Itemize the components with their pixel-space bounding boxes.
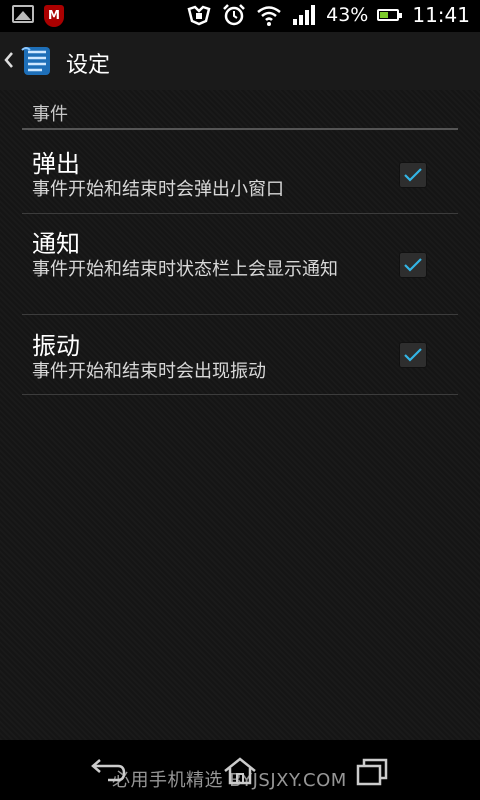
- signal-icon: [293, 5, 316, 25]
- pref-summary: 事件开始和结束时状态栏上会显示通知: [32, 259, 338, 280]
- action-bar: 设定: [0, 32, 480, 90]
- check-icon: [404, 348, 422, 362]
- usb-icon: [187, 5, 211, 26]
- pref-summary: 事件开始和结束时会出现振动: [32, 361, 266, 382]
- navigation-bar: 必用手机精选 BYJSJXY.COM: [0, 740, 480, 800]
- alarm-icon: [223, 4, 246, 26]
- settings-list: 事件 弹出 事件开始和结束时会弹出小窗口 通知 事件开始和结束时状态栏上会显示通…: [0, 90, 480, 740]
- section-divider: [22, 128, 458, 130]
- wifi-icon: [257, 6, 281, 26]
- check-icon: [404, 168, 422, 182]
- pref-title: 通知: [32, 230, 80, 258]
- divider: [22, 394, 458, 395]
- app-scroll-icon[interactable]: [20, 44, 54, 78]
- back-chevron-icon[interactable]: [4, 50, 14, 70]
- recent-apps-button-icon[interactable]: [354, 756, 394, 786]
- page-title: 设定: [66, 53, 111, 78]
- status-bar: M 43% 11:41: [0, 0, 480, 32]
- checkbox-vibrate[interactable]: [399, 342, 427, 368]
- checkbox-popup[interactable]: [399, 162, 427, 188]
- divider: [22, 213, 458, 214]
- check-icon: [404, 258, 422, 272]
- image-icon: [12, 5, 34, 23]
- pref-summary: 事件开始和结束时会弹出小窗口: [32, 179, 284, 200]
- pref-title: 振动: [32, 332, 80, 360]
- checkbox-notification[interactable]: [399, 252, 427, 278]
- mcafee-icon: M: [44, 5, 64, 27]
- section-header: 事件: [32, 104, 68, 125]
- watermark-text: 必用手机精选 BYJSJXY.COM: [112, 770, 347, 791]
- divider: [22, 314, 458, 315]
- pref-row-vibrate[interactable]: 振动 事件开始和结束时会出现振动: [0, 324, 480, 394]
- pref-title: 弹出: [32, 150, 80, 178]
- clock: 11:41: [412, 3, 470, 27]
- battery-percent: 43%: [326, 4, 369, 26]
- pref-row-notification[interactable]: 通知 事件开始和结束时状态栏上会显示通知: [0, 222, 480, 312]
- pref-row-popup[interactable]: 弹出 事件开始和结束时会弹出小窗口: [0, 140, 480, 212]
- battery-icon: [377, 9, 403, 21]
